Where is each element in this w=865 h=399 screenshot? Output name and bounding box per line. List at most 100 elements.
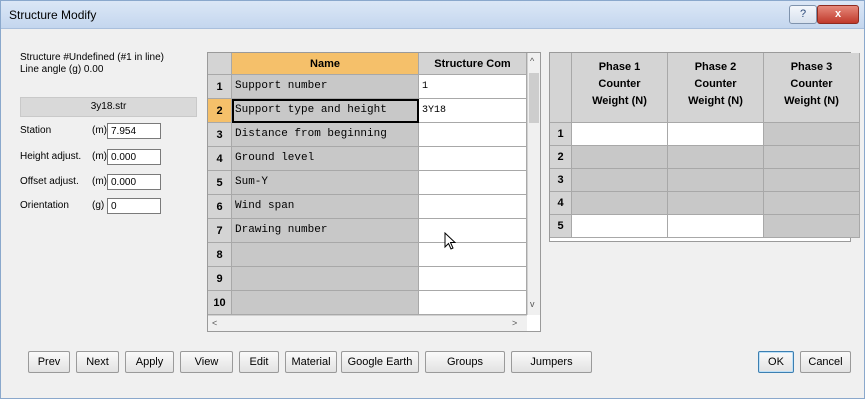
scroll-right-icon[interactable]: > [512, 318, 517, 328]
phase-header-line: Counter [790, 78, 833, 90]
phase-row-header[interactable]: 2 [550, 146, 572, 169]
phase-3-weight-cell[interactable] [764, 123, 860, 146]
phase-1-weight-cell[interactable] [572, 146, 668, 169]
offset-adjust-unit: (m) [92, 176, 107, 187]
parameter-name-cell[interactable]: Sum-Y [232, 171, 419, 195]
mouse-pointer-icon [444, 232, 456, 250]
phase-3-weight-cell[interactable] [764, 192, 860, 215]
parameter-value-cell[interactable] [419, 123, 527, 147]
google-earth-button[interactable]: Google Earth [341, 351, 419, 373]
prev-button[interactable]: Prev [28, 351, 70, 373]
groups-button[interactable]: Groups [425, 351, 505, 373]
row-header[interactable]: 10 [208, 291, 232, 315]
phase-1-weight-cell[interactable] [572, 123, 668, 146]
parameter-name-cell[interactable]: Support type and height [232, 99, 419, 123]
material-button[interactable]: Material [285, 351, 337, 373]
row-header[interactable]: 3 [208, 123, 232, 147]
row-header[interactable]: 7 [208, 219, 232, 243]
orientation-unit: (g) [92, 200, 105, 211]
structure-file-name: 3y18.str [20, 97, 197, 117]
horizontal-scrollbar[interactable]: < > [208, 315, 527, 331]
phase-grid-corner [550, 53, 572, 123]
grid-corner [208, 53, 232, 75]
parameter-value-cell[interactable] [419, 219, 527, 243]
phase-2-weight-cell[interactable] [668, 146, 764, 169]
phase-2-weight-cell[interactable] [668, 123, 764, 146]
row-header[interactable]: 9 [208, 267, 232, 291]
phase-1-weight-cell[interactable] [572, 192, 668, 215]
height-adjust-unit: (m) [92, 151, 107, 162]
parameter-name-cell[interactable] [232, 267, 419, 291]
height-adjust-input[interactable]: 0.000 [107, 149, 161, 165]
close-button[interactable]: x [817, 5, 859, 24]
parameter-value-cell[interactable]: 3Y18 [419, 99, 527, 123]
cancel-button[interactable]: Cancel [800, 351, 851, 373]
phase-header-line: Counter [694, 78, 737, 90]
phase-header-line: Counter [598, 78, 641, 90]
parameter-grid: Name Structure Com 1 Support number 1 2 Supp… [207, 52, 541, 332]
phase-row-header[interactable]: 1 [550, 123, 572, 146]
phase-2-weight-cell[interactable] [668, 169, 764, 192]
column-header-name[interactable]: Name [232, 53, 419, 75]
window-title: Structure Modify [9, 8, 97, 22]
edit-button[interactable]: Edit [239, 351, 279, 373]
row-header[interactable]: 6 [208, 195, 232, 219]
phase-1-weight-cell[interactable] [572, 169, 668, 192]
row-header[interactable]: 2 [208, 99, 232, 123]
parameter-value-cell[interactable] [419, 195, 527, 219]
row-header[interactable]: 1 [208, 75, 232, 99]
title-bar: Structure Modify ? x [1, 1, 864, 29]
height-adjust-label: Height adjust. [20, 151, 82, 162]
vertical-scrollbar[interactable]: ^ v [527, 53, 540, 315]
phase-row-header[interactable]: 5 [550, 215, 572, 238]
phase-3-weight-cell[interactable] [764, 146, 860, 169]
phase-header-line: Phase 1 [598, 61, 641, 73]
orientation-input[interactable]: 0 [107, 198, 161, 214]
next-button[interactable]: Next [76, 351, 119, 373]
phase-row-header[interactable]: 3 [550, 169, 572, 192]
view-button[interactable]: View [180, 351, 233, 373]
parameter-value-cell[interactable] [419, 147, 527, 171]
scroll-up-icon[interactable]: ^ [530, 56, 534, 66]
parameter-value-cell[interactable] [419, 243, 527, 267]
column-header-structure-comment[interactable]: Structure Com [419, 53, 527, 75]
phase-row-header[interactable]: 4 [550, 192, 572, 215]
structure-id-text: Structure #Undefined (#1 in line) [20, 52, 164, 63]
jumpers-button[interactable]: Jumpers [511, 351, 592, 373]
parameter-name-cell[interactable]: Drawing number [232, 219, 419, 243]
parameter-name-cell[interactable] [232, 291, 419, 315]
scroll-thumb[interactable] [529, 73, 539, 123]
parameter-value-cell[interactable] [419, 291, 527, 315]
row-header[interactable]: 8 [208, 243, 232, 267]
phase-3-header[interactable]: Phase 3 Counter Weight (N) [764, 53, 860, 123]
line-angle-text: Line angle (g) 0.00 [20, 64, 104, 75]
parameter-name-cell[interactable] [232, 243, 419, 267]
row-header[interactable]: 4 [208, 147, 232, 171]
phase-3-weight-cell[interactable] [764, 169, 860, 192]
phase-header-line: Phase 2 [694, 61, 737, 73]
scroll-down-icon[interactable]: v [530, 299, 535, 309]
phase-3-weight-cell[interactable] [764, 215, 860, 238]
parameter-name-cell[interactable]: Wind span [232, 195, 419, 219]
row-header[interactable]: 5 [208, 171, 232, 195]
phase-2-weight-cell[interactable] [668, 215, 764, 238]
ok-button[interactable]: OK [758, 351, 794, 373]
help-button[interactable]: ? [789, 5, 817, 24]
parameter-value-cell[interactable]: 1 [419, 75, 527, 99]
phase-1-weight-cell[interactable] [572, 215, 668, 238]
parameter-name-cell[interactable]: Distance from beginning [232, 123, 419, 147]
apply-button[interactable]: Apply [125, 351, 174, 373]
phase-1-header[interactable]: Phase 1 Counter Weight (N) [572, 53, 668, 123]
parameter-name-cell[interactable]: Ground level [232, 147, 419, 171]
phase-header-line: Phase 3 [790, 61, 833, 73]
phase-2-weight-cell[interactable] [668, 192, 764, 215]
station-input[interactable]: 7.954 [107, 123, 161, 139]
parameter-name-cell[interactable]: Support number [232, 75, 419, 99]
station-unit: (m) [92, 125, 107, 136]
parameter-value-cell[interactable] [419, 171, 527, 195]
offset-adjust-input[interactable]: 0.000 [107, 174, 161, 190]
phase-header-line: Weight (N) [592, 95, 647, 107]
parameter-value-cell[interactable] [419, 267, 527, 291]
phase-2-header[interactable]: Phase 2 Counter Weight (N) [668, 53, 764, 123]
scroll-left-icon[interactable]: < [212, 318, 217, 328]
